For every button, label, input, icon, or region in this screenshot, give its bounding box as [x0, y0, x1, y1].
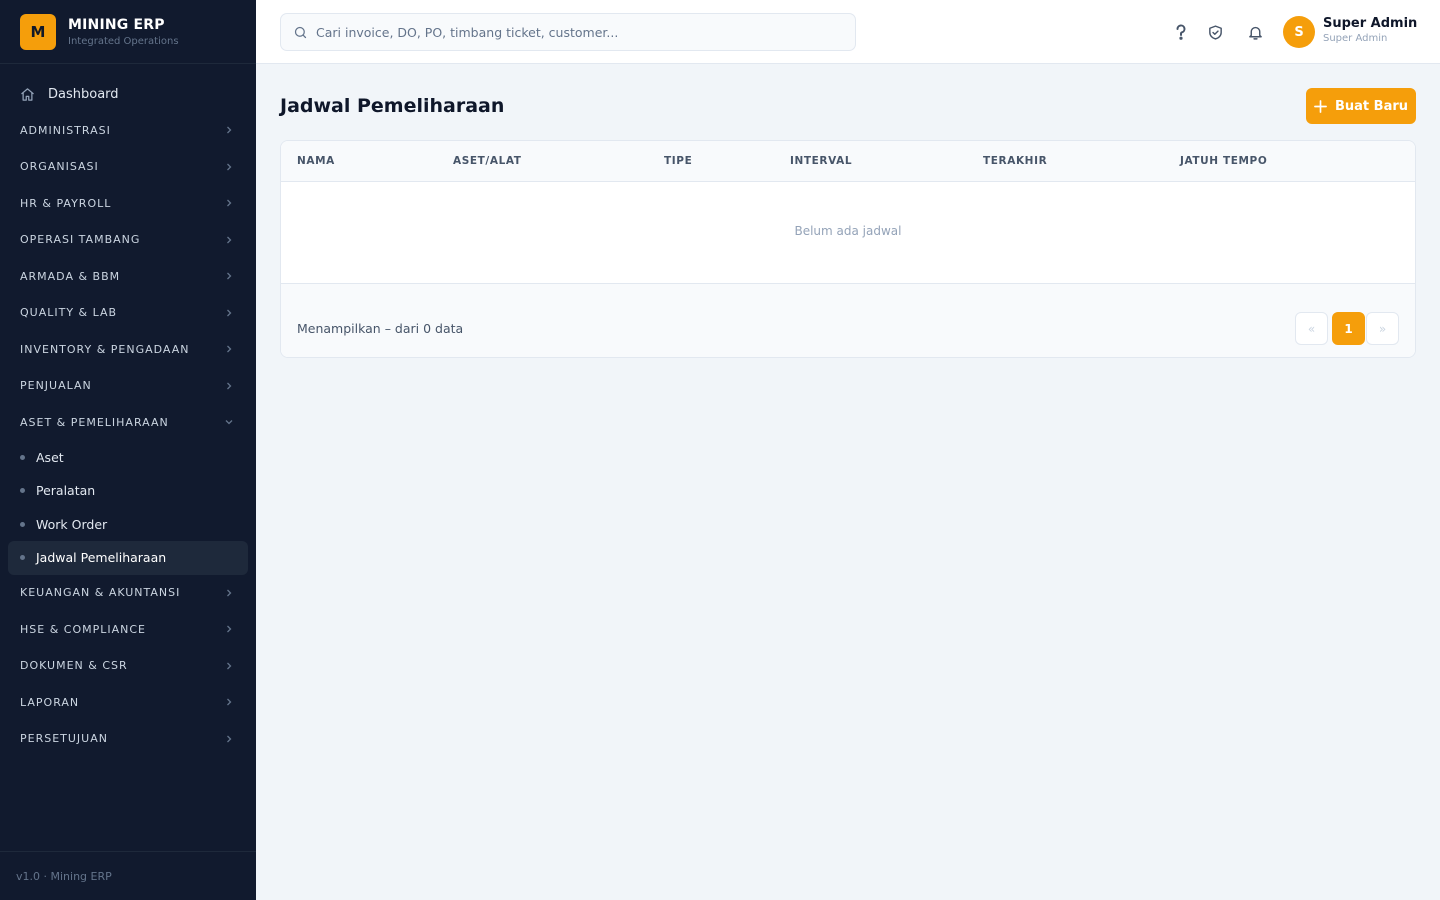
sidebar-section-armada-bbm[interactable]: ARMADA & BBM: [0, 258, 256, 295]
table-footer: Menampilkan – dari 0 data « 1 »: [281, 283, 1415, 357]
chevron-right-icon: [224, 162, 234, 172]
sidebar-section-label: PENJUALAN: [20, 379, 92, 393]
column-header-aset-alat[interactable]: ASET/ALAT: [453, 155, 522, 167]
bullet-icon: [20, 454, 25, 460]
bullet-icon: [20, 555, 25, 561]
sidebar-item-jadwal-pemeliharaan[interactable]: Jadwal Pemeliharaan: [8, 541, 248, 575]
sidebar-section-organisasi[interactable]: ORGANISASI: [0, 149, 256, 186]
chevron-right-icon: [224, 235, 234, 245]
sidebar-section-keuangan-akuntansi[interactable]: KEUANGAN & AKUNTANSI: [0, 575, 256, 612]
plus-icon: [1314, 99, 1327, 113]
sidebar-section-penjualan[interactable]: PENJUALAN: [0, 368, 256, 405]
chevron-down-icon: [224, 417, 234, 427]
sidebar: M MINING ERP Integrated Operations Dashb…: [0, 0, 256, 900]
chevron-right-icon: [224, 198, 234, 208]
create-new-label: Buat Baru: [1334, 98, 1409, 114]
pagination-next-button[interactable]: »: [1366, 312, 1399, 345]
sidebar-item-dashboard[interactable]: Dashboard: [0, 76, 256, 112]
search-icon: [293, 25, 308, 40]
pagination-page-button[interactable]: 1: [1332, 312, 1365, 345]
bullet-icon: [20, 521, 25, 527]
avatar[interactable]: S: [1283, 16, 1315, 48]
sidebar-section-label: ADMINISTRASI: [20, 123, 111, 137]
topbar: S Super Admin Super Admin: [256, 0, 1440, 64]
sidebar-section-hse-compliance[interactable]: HSE & COMPLIANCE: [0, 611, 256, 648]
user-role: Super Admin: [1323, 33, 1388, 44]
shield-check-icon[interactable]: [1205, 22, 1225, 42]
sidebar-section-label: OPERASI TAMBANG: [20, 233, 141, 247]
app-version: v1.0 · Mining ERP: [0, 851, 256, 900]
column-header-interval[interactable]: INTERVAL: [790, 155, 852, 167]
sidebar-section-label: ARMADA & BBM: [20, 269, 121, 283]
chevron-right-icon: [224, 624, 234, 634]
sidebar-section-label: QUALITY & LAB: [20, 306, 118, 320]
chevron-right-icon: [224, 125, 234, 135]
sidebar-item-label: Aset: [36, 449, 64, 465]
column-header-jatuh-tempo[interactable]: JATUH TEMPO: [1180, 155, 1267, 167]
sidebar-nav: Dashboard ADMINISTRASI ORGANISASI HR & PAY…: [0, 76, 256, 757]
sidebar-section-label: LAPORAN: [20, 695, 80, 709]
bell-icon[interactable]: [1245, 22, 1265, 42]
pagination-prev-button[interactable]: «: [1295, 312, 1328, 345]
sidebar-section-label: HSE & COMPLIANCE: [20, 622, 146, 636]
sidebar-section-operasi-tambang[interactable]: OPERASI TAMBANG: [0, 222, 256, 259]
sidebar-section-laporan[interactable]: LAPORAN: [0, 684, 256, 721]
user-menu[interactable]: Super Admin Super Admin: [1323, 16, 1417, 44]
sidebar-section-persetujuan[interactable]: PERSETUJUAN: [0, 721, 256, 758]
sidebar-item-label: Work Order: [36, 516, 108, 532]
brand[interactable]: M MINING ERP Integrated Operations: [0, 0, 256, 64]
table-header: NAMA ASET/ALAT TIPE INTERVAL TERAKHIR JA…: [281, 141, 1415, 182]
sidebar-section-dokumen-csr[interactable]: DOKUMEN & CSR: [0, 648, 256, 685]
brand-subtitle: Integrated Operations: [68, 35, 179, 47]
search-input[interactable]: [316, 24, 836, 40]
chevron-right-icon: [224, 697, 234, 707]
sidebar-section-label: PERSETUJUAN: [20, 732, 108, 746]
sidebar-item-work-order[interactable]: Work Order: [0, 508, 256, 542]
search-box[interactable]: [280, 13, 856, 51]
help-icon[interactable]: [1171, 22, 1191, 42]
empty-state-text: Belum ada jadwal: [794, 224, 902, 238]
sidebar-section-hr-payroll[interactable]: HR & PAYROLL: [0, 185, 256, 222]
home-icon: [20, 86, 36, 102]
sidebar-section-aset-pemeliharaan[interactable]: ASET & PEMELIHARAAN: [0, 404, 256, 441]
sidebar-section-administrasi[interactable]: ADMINISTRASI: [0, 112, 256, 149]
chevron-right-icon: [224, 271, 234, 281]
schedule-table: NAMA ASET/ALAT TIPE INTERVAL TERAKHIR JA…: [280, 140, 1416, 358]
sidebar-section-label: DOKUMEN & CSR: [20, 659, 128, 673]
sidebar-item-label: Dashboard: [48, 86, 119, 102]
bullet-icon: [20, 488, 25, 494]
sidebar-item-aset[interactable]: Aset: [0, 441, 256, 475]
sidebar-section-label: HR & PAYROLL: [20, 196, 112, 210]
sidebar-item-peralatan[interactable]: Peralatan: [0, 474, 256, 508]
chevron-right-icon: [224, 661, 234, 671]
column-header-terakhir[interactable]: TERAKHIR: [983, 155, 1047, 167]
pagination-summary: Menampilkan – dari 0 data: [297, 321, 464, 336]
create-new-button[interactable]: Buat Baru: [1306, 88, 1416, 124]
sidebar-section-label: KEUANGAN & AKUNTANSI: [20, 586, 181, 600]
sidebar-section-label: INVENTORY & PENGADAAN: [20, 342, 190, 356]
chevron-right-icon: [224, 734, 234, 744]
column-header-tipe[interactable]: TIPE: [664, 155, 692, 167]
brand-logo: M: [20, 13, 56, 50]
chevron-right-icon: [224, 308, 234, 318]
column-header-nama[interactable]: NAMA: [297, 155, 335, 167]
chevron-right-icon: [224, 588, 234, 598]
sidebar-item-label: Jadwal Pemeliharaan: [36, 550, 167, 566]
sidebar-section-label: ORGANISASI: [20, 160, 99, 174]
sidebar-section-inventory-pengadaan[interactable]: INVENTORY & PENGADAAN: [0, 331, 256, 368]
sidebar-section-label: ASET & PEMELIHARAAN: [20, 415, 169, 429]
sidebar-section-quality-lab[interactable]: QUALITY & LAB: [0, 295, 256, 332]
chevron-right-icon: [224, 381, 234, 391]
chevron-right-icon: [224, 344, 234, 354]
sidebar-item-label: Peralatan: [36, 483, 96, 499]
brand-title: MINING ERP: [68, 16, 165, 33]
page-title: Jadwal Pemeliharaan: [280, 95, 505, 117]
user-name: Super Admin: [1323, 16, 1418, 31]
